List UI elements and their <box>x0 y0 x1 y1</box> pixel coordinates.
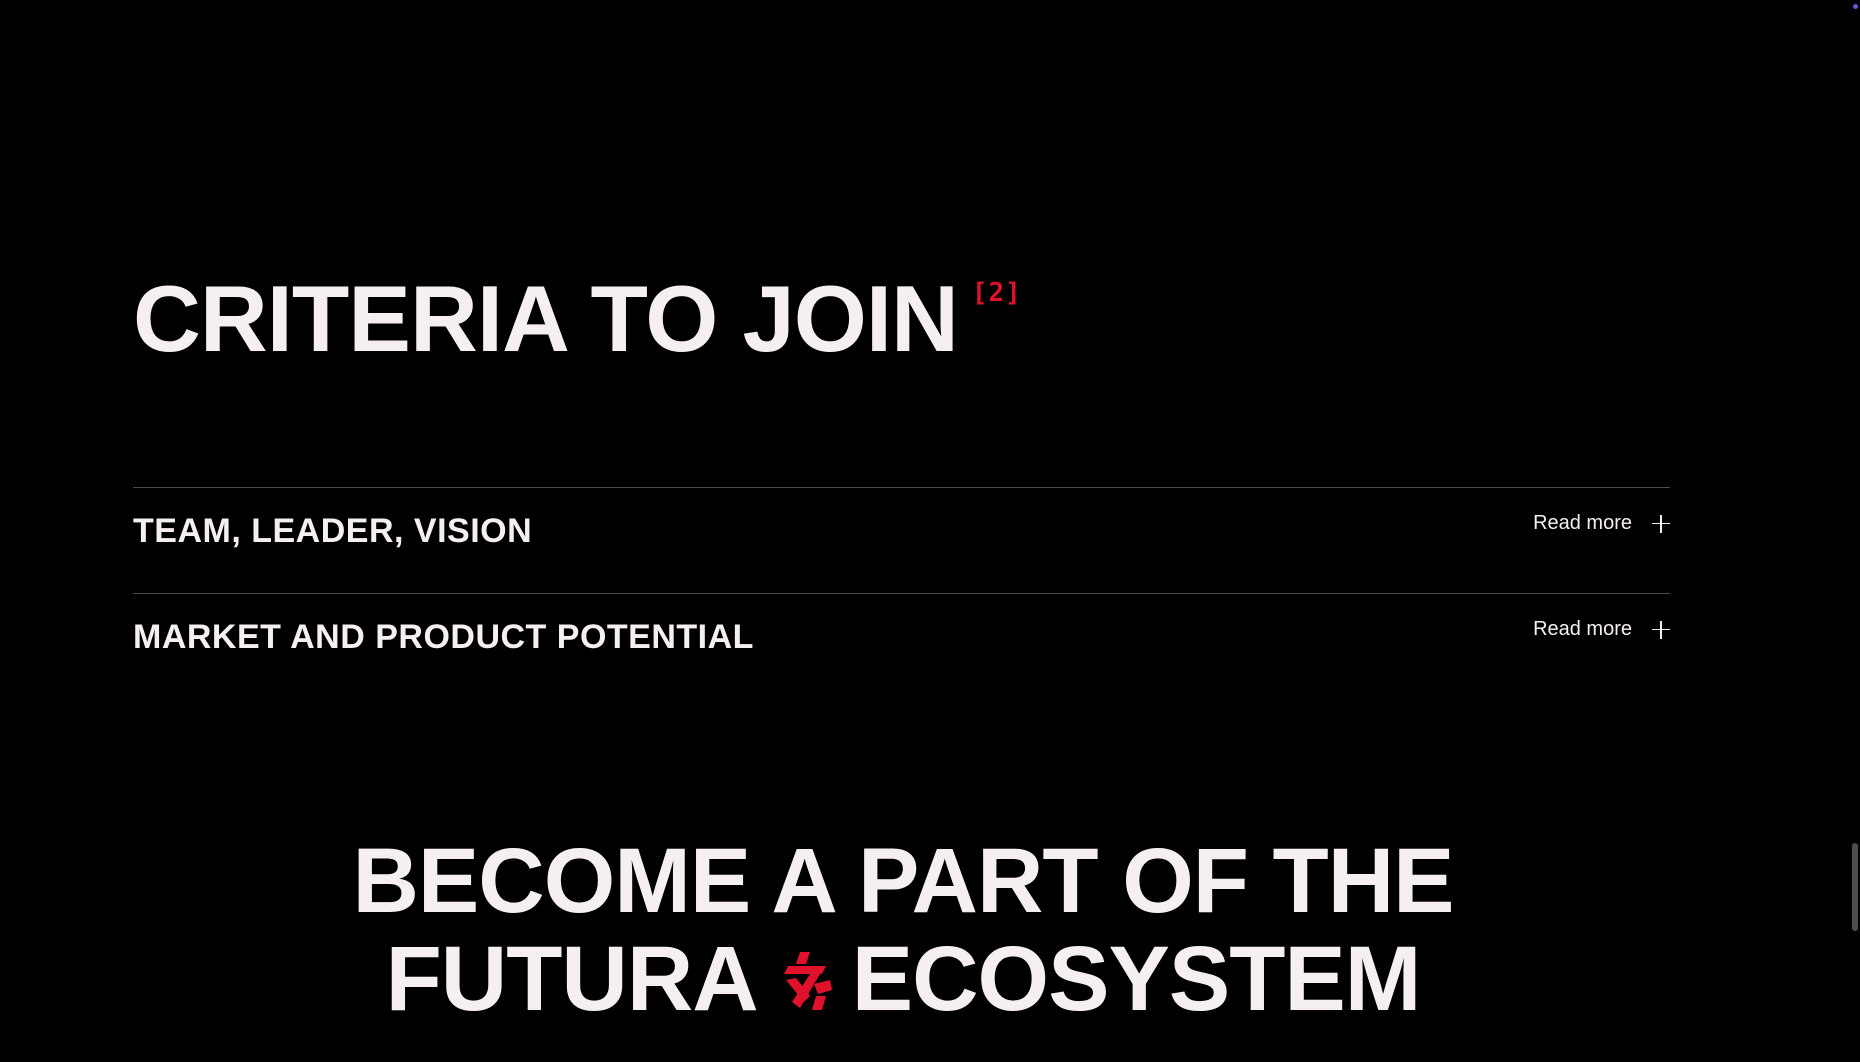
futura-logo-icon <box>783 952 832 1010</box>
scrollbar-thumb[interactable] <box>1852 843 1858 931</box>
plus-icon <box>1652 514 1670 533</box>
cta-ecosystem-text: ECOSYSTEM <box>851 928 1422 1030</box>
accordion-item-market[interactable]: MARKET AND PRODUCT POTENTIAL Read more <box>133 593 1670 699</box>
cta-line-1: BECOME A PART OF THE <box>352 830 1454 932</box>
accordion-item-team[interactable]: TEAM, LEADER, VISION Read more <box>133 487 1670 593</box>
plus-icon <box>1652 620 1670 639</box>
accordion-item-title: TEAM, LEADER, VISION <box>133 512 533 550</box>
scrollbar[interactable] <box>1848 0 1860 1062</box>
read-more-button[interactable]: Read more <box>1533 618 1670 641</box>
criteria-accordion: TEAM, LEADER, VISION Read more MARKET AN… <box>133 487 1670 699</box>
cta-heading: BECOME A PART OF THE FUTURA ECOSYSTEM <box>0 832 1806 1028</box>
cta-line-2: FUTURA ECOSYSTEM <box>0 930 1806 1028</box>
criteria-heading: CRITERIA TO JOIN [2] <box>133 272 1022 366</box>
read-more-label: Read more <box>1533 512 1632 534</box>
cta-brand-text: FUTURA <box>385 928 759 1030</box>
page: CRITERIA TO JOIN [2] TEAM, LEADER, VISIO… <box>0 0 1860 1062</box>
criteria-title: CRITERIA TO JOIN <box>133 266 959 371</box>
read-more-button[interactable]: Read more <box>1533 512 1670 535</box>
read-more-label: Read more <box>1533 618 1632 640</box>
accordion-item-title: MARKET AND PRODUCT POTENTIAL <box>133 618 754 656</box>
section-number-badge: [2] <box>971 278 1022 308</box>
indicator-dot <box>1853 4 1858 9</box>
